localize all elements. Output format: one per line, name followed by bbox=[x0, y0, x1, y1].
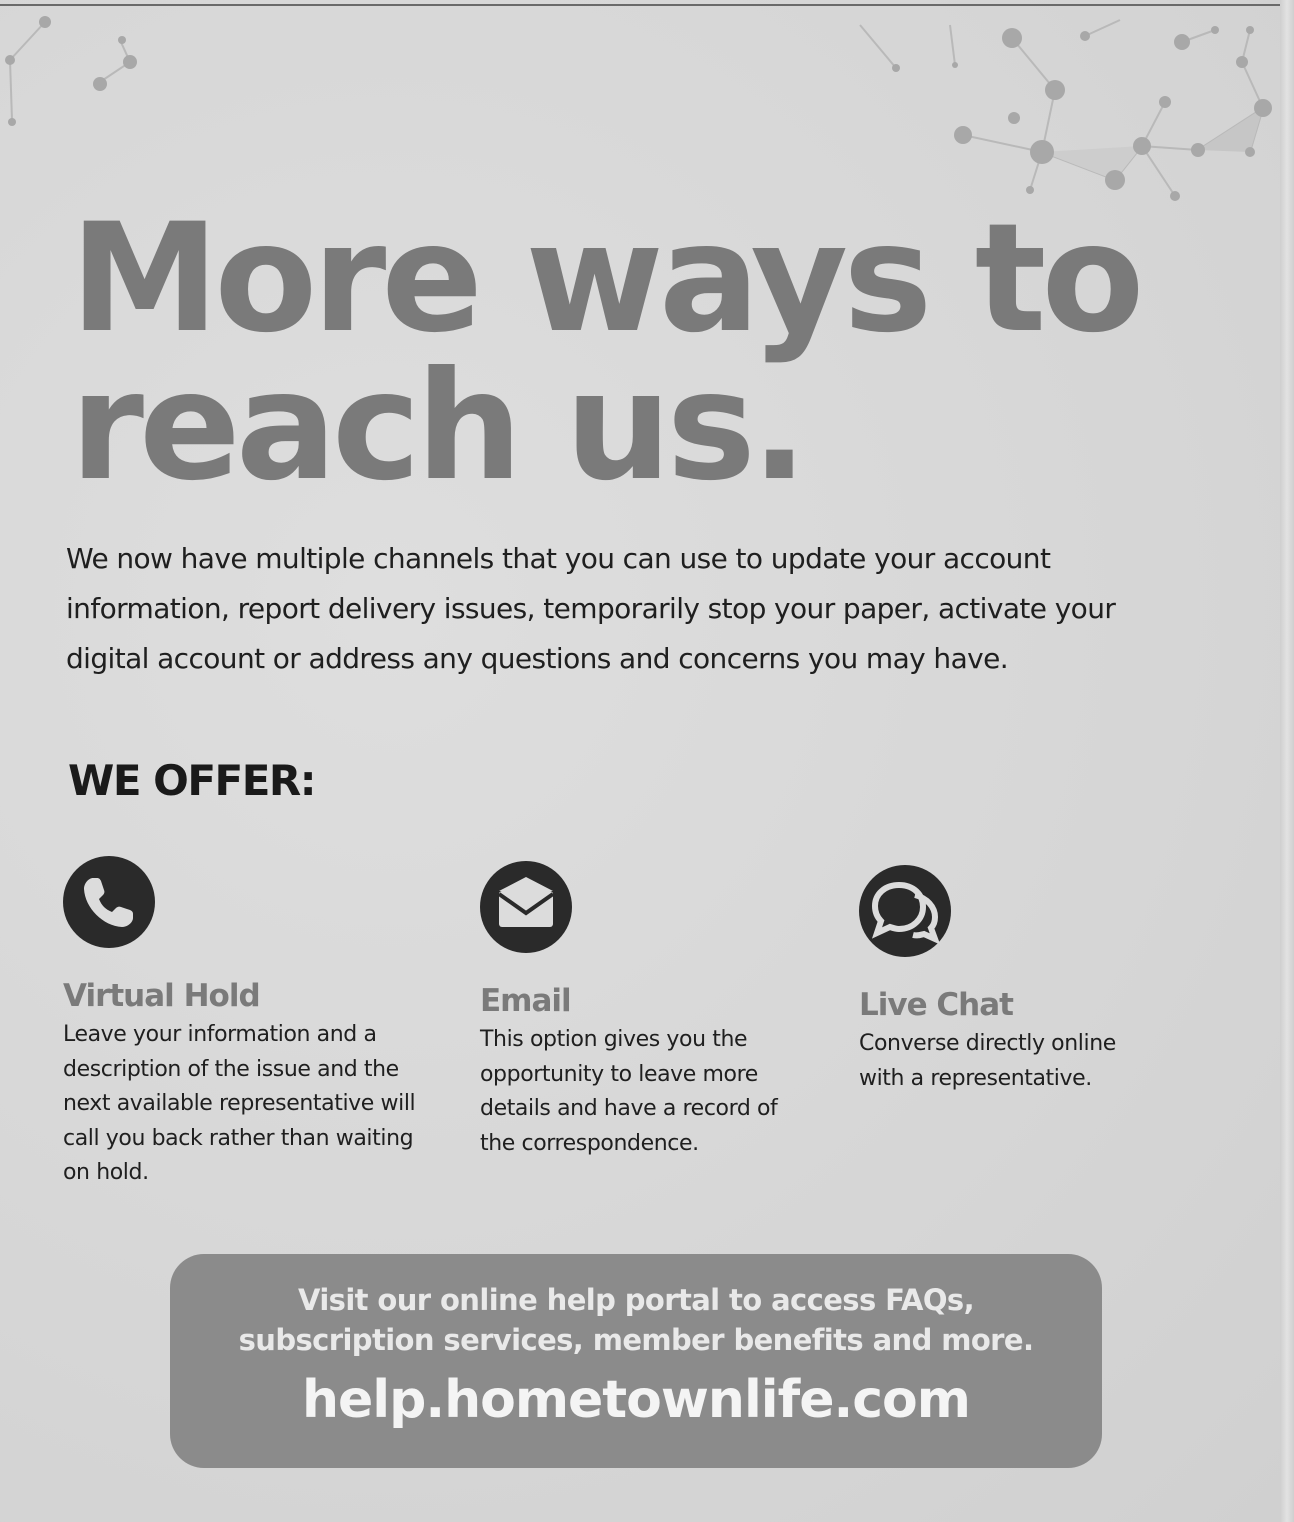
page-edge bbox=[1280, 0, 1294, 1522]
offer-heading: WE OFFER: bbox=[68, 756, 317, 805]
newspaper-page: More ways to reach us. We now have multi… bbox=[0, 0, 1294, 1522]
option-virtual-hold: Virtual Hold Leave your information and … bbox=[63, 856, 433, 1191]
portal-message-line-2: subscription services, member benefits a… bbox=[238, 1323, 1034, 1357]
envelope-icon bbox=[480, 861, 572, 953]
headline-line-1: More ways to bbox=[70, 192, 1144, 366]
option-live-chat: Live Chat Converse directly online with … bbox=[859, 865, 1159, 1096]
portal-message: Visit our online help portal to access F… bbox=[170, 1254, 1102, 1360]
option-title: Email bbox=[480, 983, 572, 1019]
option-email: Email This option gives you the opportun… bbox=[480, 861, 810, 1161]
headline-line-2: reach us. bbox=[70, 340, 808, 514]
option-description: Leave your information and a description… bbox=[63, 1022, 416, 1185]
intro-paragraph: We now have multiple channels that you c… bbox=[66, 542, 1116, 675]
headline: More ways to reach us. bbox=[70, 192, 1144, 514]
help-portal-banner: Visit our online help portal to access F… bbox=[170, 1254, 1102, 1468]
option-description: This option gives you the opportunity to… bbox=[480, 1027, 778, 1156]
option-description: Converse directly online with a represen… bbox=[859, 1031, 1116, 1091]
option-title: Live Chat bbox=[859, 987, 1014, 1023]
portal-message-line-1: Visit our online help portal to access F… bbox=[297, 1283, 975, 1317]
chat-icon bbox=[859, 865, 951, 957]
option-title: Virtual Hold bbox=[63, 978, 261, 1014]
phone-icon bbox=[63, 856, 155, 948]
portal-url: help.hometownlife.com bbox=[302, 1370, 971, 1430]
network-decoration bbox=[5, 16, 1272, 201]
